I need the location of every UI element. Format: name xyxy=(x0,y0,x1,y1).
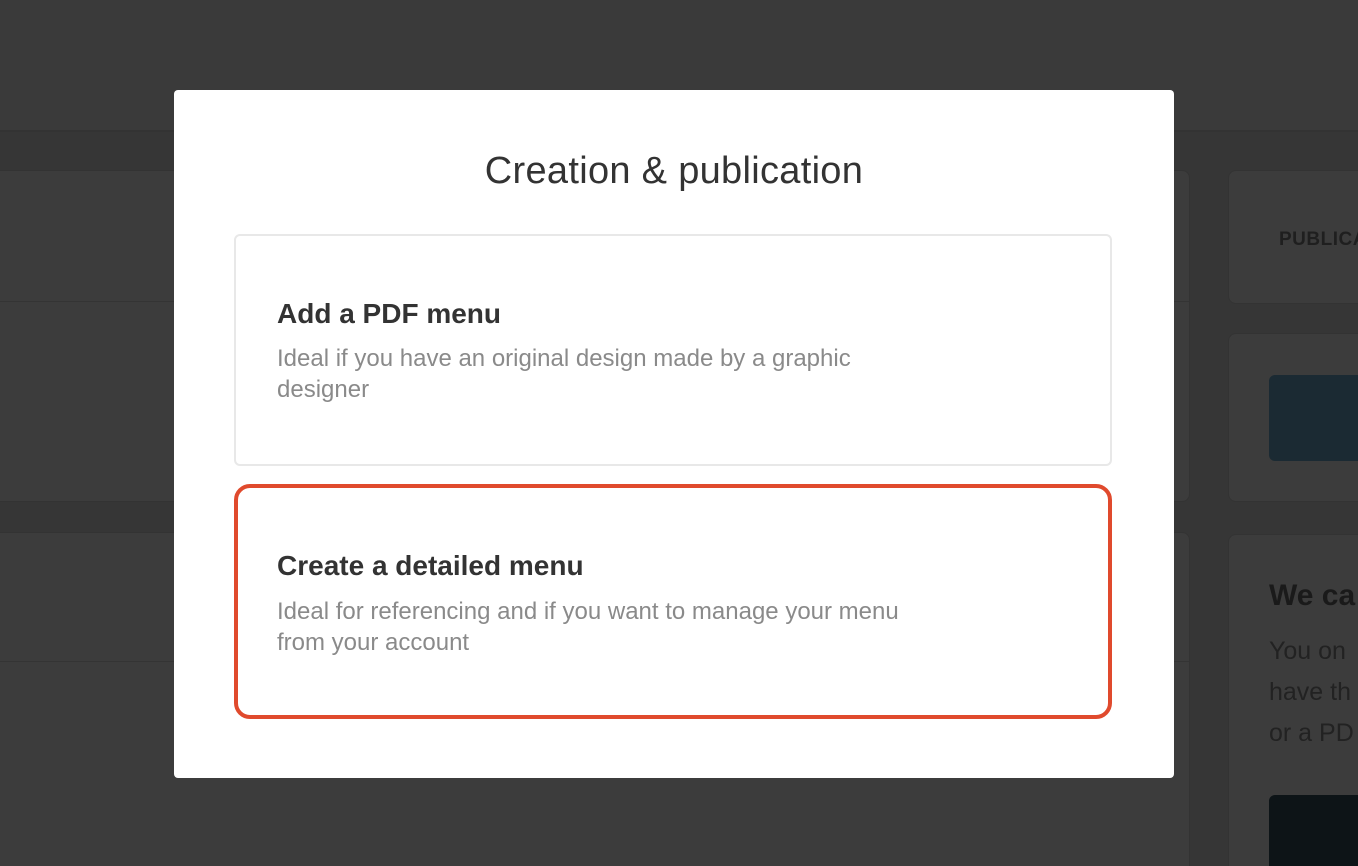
background-action-card xyxy=(1228,333,1358,502)
background-publication-card: PUBLICA xyxy=(1228,170,1358,304)
background-publication-label: PUBLICA xyxy=(1279,229,1358,250)
option-description: Ideal if you have an original design mad… xyxy=(277,345,851,403)
option-description: Ideal for referencing and if you want to… xyxy=(277,598,899,656)
background-info-card: We ca You on have th or a PD xyxy=(1228,534,1358,866)
background-info-line: have th xyxy=(1269,678,1352,706)
background-info-body: You on have th or a PD xyxy=(1269,631,1354,754)
create-detailed-menu-option[interactable]: Create a detailed menu Ideal for referen… xyxy=(234,484,1112,719)
creation-publication-modal: Creation & publication Add a PDF menu Id… xyxy=(174,90,1174,778)
background-info-line: You on xyxy=(1269,637,1346,665)
background-info-button xyxy=(1269,795,1358,866)
background-action-button xyxy=(1269,375,1358,461)
background-info-line: or a PD xyxy=(1269,719,1354,747)
option-title: Create a detailed menu xyxy=(277,550,584,581)
background-info-heading: We ca xyxy=(1269,579,1356,612)
add-pdf-menu-option[interactable]: Add a PDF menu Ideal if you have an orig… xyxy=(234,234,1112,466)
modal-title: Creation & publication xyxy=(484,150,864,192)
option-title: Add a PDF menu xyxy=(277,298,502,329)
